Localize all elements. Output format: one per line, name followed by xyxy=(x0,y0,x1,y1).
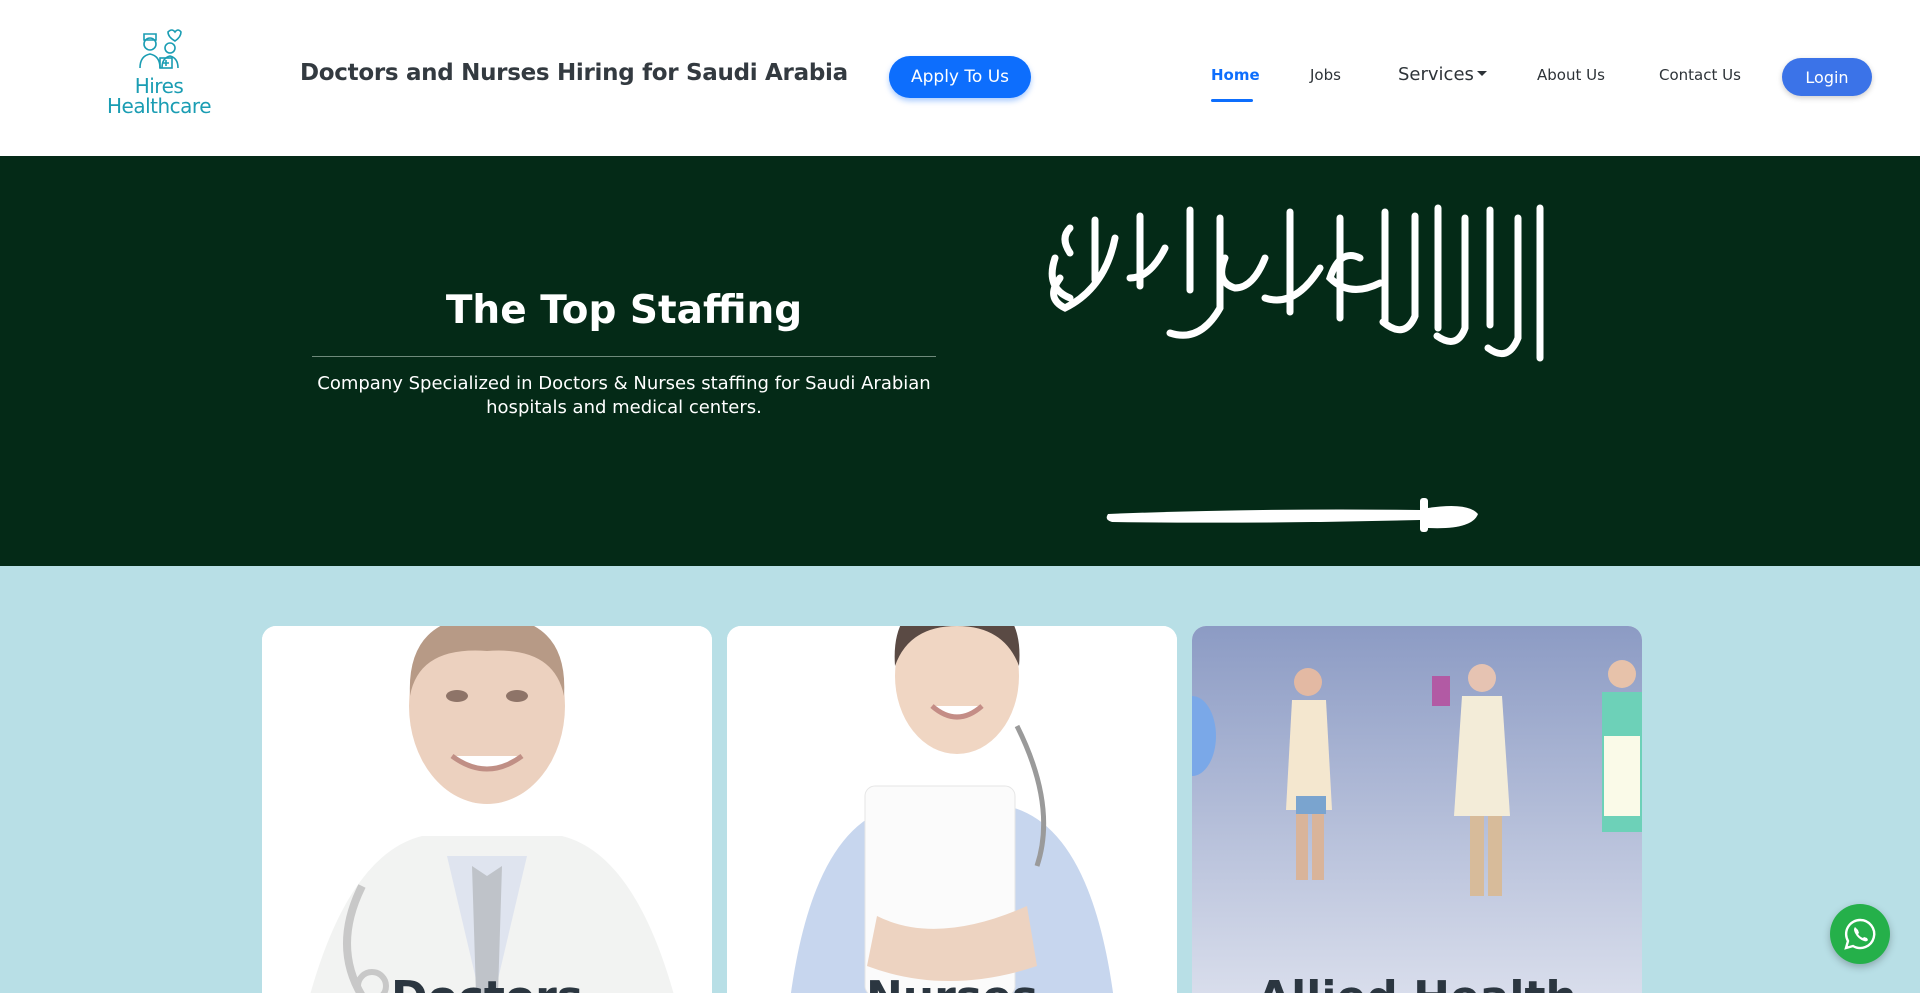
whatsapp-chat-button[interactable] xyxy=(1830,904,1890,964)
hero-subtitle: Company Specialized in Doctors & Nurses … xyxy=(317,373,931,418)
apply-button[interactable]: Apply To Us xyxy=(889,56,1031,98)
whatsapp-icon xyxy=(1844,918,1876,950)
nurse-photo xyxy=(727,626,1177,993)
allied-health-illustration xyxy=(1192,626,1642,993)
logo-text-healthcare: Healthcare xyxy=(106,94,212,118)
nav-home-active-indicator xyxy=(1211,99,1253,102)
hero-divider xyxy=(312,356,936,357)
nurse-doctor-logo-icon xyxy=(139,29,182,69)
nav-services-label: Services xyxy=(1398,64,1474,85)
card-nurses[interactable]: Nurses xyxy=(727,626,1177,993)
card-title-nurses: Nurses xyxy=(727,972,1177,993)
nav-about[interactable]: About Us xyxy=(1537,66,1605,84)
site-title: Doctors and Nurses Hiring for Saudi Arab… xyxy=(300,60,848,86)
nav-contact[interactable]: Contact Us xyxy=(1659,66,1741,84)
nav-jobs[interactable]: Jobs xyxy=(1310,66,1341,84)
caret-down-icon xyxy=(1476,70,1487,76)
card-doctors[interactable]: Doctors xyxy=(262,626,712,993)
card-title-allied-health: Allied Health xyxy=(1192,972,1642,993)
card-title-doctors: Doctors xyxy=(262,972,712,993)
logo-text-hires: Hires xyxy=(134,74,184,98)
doctor-photo xyxy=(262,626,712,993)
hero-banner: The Top Staffing Company Specialized in … xyxy=(0,156,1920,566)
site-header: Hires Healthcare Doctors and Nurses Hiri… xyxy=(0,0,1920,156)
card-allied-health[interactable]: Allied Health xyxy=(1192,626,1642,993)
saudi-flag-sword xyxy=(1106,498,1478,532)
site-logo[interactable]: Hires Healthcare xyxy=(104,28,214,122)
nav-home[interactable]: Home xyxy=(1211,66,1260,84)
nav-services-dropdown[interactable]: Services xyxy=(1398,64,1487,85)
saudi-flag-shahada-emblem xyxy=(1048,204,1544,362)
login-button[interactable]: Login xyxy=(1782,58,1872,96)
hero-title: The Top Staffing xyxy=(445,288,803,333)
